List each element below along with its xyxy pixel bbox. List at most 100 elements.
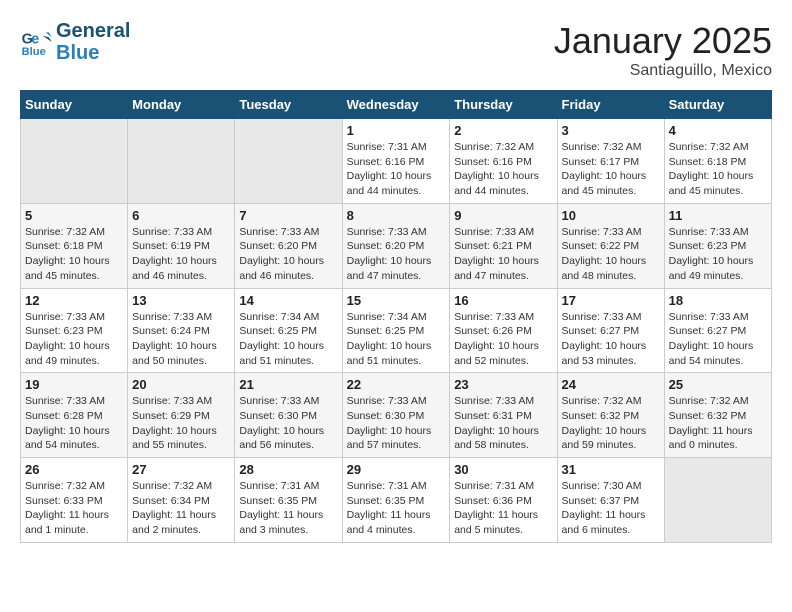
cell-info: Sunrise: 7:33 AMSunset: 6:20 PMDaylight:… (239, 225, 337, 284)
day-number: 11 (669, 208, 767, 223)
svg-text:Blue: Blue (22, 46, 46, 58)
day-number: 28 (239, 462, 337, 477)
cell-info: Sunrise: 7:32 AMSunset: 6:32 PMDaylight:… (669, 394, 767, 453)
cell-info: Sunrise: 7:32 AMSunset: 6:18 PMDaylight:… (25, 225, 123, 284)
day-number: 8 (347, 208, 446, 223)
cell-info: Sunrise: 7:33 AMSunset: 6:31 PMDaylight:… (454, 394, 552, 453)
cell-info: Sunrise: 7:31 AMSunset: 6:36 PMDaylight:… (454, 479, 552, 538)
cell-info: Sunrise: 7:33 AMSunset: 6:21 PMDaylight:… (454, 225, 552, 284)
calendar-cell: 13 Sunrise: 7:33 AMSunset: 6:24 PMDayligh… (128, 288, 235, 373)
calendar-cell: 28Sunrise: 7:31 AMSunset: 6:35 PMDayligh… (235, 458, 342, 543)
day-number: 27 (132, 462, 230, 477)
calendar-table: SundayMondayTuesdayWednesdayThursdayFrid… (20, 90, 772, 543)
calendar-cell (21, 119, 128, 204)
logo-blue: Blue (56, 42, 130, 64)
calendar-cell: 8 Sunrise: 7:33 AMSunset: 6:20 PMDaylight… (342, 203, 450, 288)
weekday-header-saturday: Saturday (664, 91, 771, 119)
calendar-cell: 4 Sunrise: 7:32 AMSunset: 6:18 PMDaylight… (664, 119, 771, 204)
calendar-cell: 14 Sunrise: 7:34 AMSunset: 6:25 PMDayligh… (235, 288, 342, 373)
weekday-header-monday: Monday (128, 91, 235, 119)
logo-general: General (56, 20, 130, 42)
month-title: January 2025 (554, 20, 772, 62)
calendar-cell: 6Sunrise: 7:33 AMSunset: 6:19 PMDaylight… (128, 203, 235, 288)
cell-info: Sunrise: 7:33 AMSunset: 6:29 PMDaylight:… (132, 394, 230, 453)
week-row-3: 12 Sunrise: 7:33 AMSunset: 6:23 PMDayligh… (21, 288, 772, 373)
cell-info: Sunrise: 7:33 AMSunset: 6:27 PMDaylight:… (669, 310, 767, 369)
day-number: 16 (454, 293, 552, 308)
calendar-cell: 19 Sunrise: 7:33 AMSunset: 6:28 PMDayligh… (21, 373, 128, 458)
calendar-cell (235, 119, 342, 204)
calendar-cell: 29 Sunrise: 7:31 AMSunset: 6:35 PMDayligh… (342, 458, 450, 543)
calendar-cell: 26Sunrise: 7:32 AMSunset: 6:33 PMDayligh… (21, 458, 128, 543)
weekday-header-wednesday: Wednesday (342, 91, 450, 119)
calendar-cell: 16 Sunrise: 7:33 AMSunset: 6:26 PMDayligh… (450, 288, 557, 373)
weekday-header-sunday: Sunday (21, 91, 128, 119)
cell-info: Sunrise: 7:33 AMSunset: 6:22 PMDaylight:… (562, 225, 660, 284)
day-number: 29 (347, 462, 446, 477)
cell-info: Sunrise: 7:32 AMSunset: 6:33 PMDaylight:… (25, 479, 123, 538)
calendar-cell: 10Sunrise: 7:33 AMSunset: 6:22 PMDayligh… (557, 203, 664, 288)
day-number: 30 (454, 462, 552, 477)
cell-info: Sunrise: 7:31 AMSunset: 6:35 PMDaylight:… (347, 479, 446, 538)
day-number: 13 (132, 293, 230, 308)
cell-info: Sunrise: 7:33 AMSunset: 6:19 PMDaylight:… (132, 225, 230, 284)
cell-info: Sunrise: 7:32 AMSunset: 6:18 PMDaylight:… (669, 140, 767, 199)
calendar-cell: 30 Sunrise: 7:31 AMSunset: 6:36 PMDayligh… (450, 458, 557, 543)
calendar-cell: 21 Sunrise: 7:33 AMSunset: 6:30 PMDayligh… (235, 373, 342, 458)
day-number: 9 (454, 208, 552, 223)
day-number: 2 (454, 123, 552, 138)
cell-info: Sunrise: 7:34 AMSunset: 6:25 PMDaylight:… (239, 310, 337, 369)
cell-info: Sunrise: 7:32 AMSunset: 6:34 PMDaylight:… (132, 479, 230, 538)
calendar-cell: 24Sunrise: 7:32 AMSunset: 6:32 PMDayligh… (557, 373, 664, 458)
cell-info: Sunrise: 7:33 AMSunset: 6:30 PMDaylight:… (347, 394, 446, 453)
day-number: 12 (25, 293, 123, 308)
calendar-cell: 20 Sunrise: 7:33 AMSunset: 6:29 PMDayligh… (128, 373, 235, 458)
cell-info: Sunrise: 7:33 AMSunset: 6:27 PMDaylight:… (562, 310, 660, 369)
day-number: 1 (347, 123, 446, 138)
title-block: January 2025 Santiaguillo, Mexico (554, 20, 772, 80)
calendar-cell: 15Sunrise: 7:34 AMSunset: 6:25 PMDayligh… (342, 288, 450, 373)
day-number: 21 (239, 377, 337, 392)
cell-info: Sunrise: 7:33 AMSunset: 6:30 PMDaylight:… (239, 394, 337, 453)
cell-info: Sunrise: 7:32 AMSunset: 6:17 PMDaylight:… (562, 140, 660, 199)
cell-info: Sunrise: 7:33 AMSunset: 6:24 PMDaylight:… (132, 310, 230, 369)
logo-icon: G e Blue (20, 26, 52, 58)
weekday-header-thursday: Thursday (450, 91, 557, 119)
calendar-cell (664, 458, 771, 543)
calendar-cell: 17 Sunrise: 7:33 AMSunset: 6:27 PMDayligh… (557, 288, 664, 373)
weekday-header-row: SundayMondayTuesdayWednesdayThursdayFrid… (21, 91, 772, 119)
calendar-cell: 1 Sunrise: 7:31 AMSunset: 6:16 PMDaylight… (342, 119, 450, 204)
weekday-header-tuesday: Tuesday (235, 91, 342, 119)
cell-info: Sunrise: 7:33 AMSunset: 6:20 PMDaylight:… (347, 225, 446, 284)
cell-info: Sunrise: 7:33 AMSunset: 6:26 PMDaylight:… (454, 310, 552, 369)
cell-info: Sunrise: 7:34 AMSunset: 6:25 PMDaylight:… (347, 310, 446, 369)
calendar-cell: 11Sunrise: 7:33 AMSunset: 6:23 PMDayligh… (664, 203, 771, 288)
cell-info: Sunrise: 7:30 AMSunset: 6:37 PMDaylight:… (562, 479, 660, 538)
week-row-5: 26Sunrise: 7:32 AMSunset: 6:33 PMDayligh… (21, 458, 772, 543)
day-number: 20 (132, 377, 230, 392)
calendar-cell: 5Sunrise: 7:32 AMSunset: 6:18 PMDaylight… (21, 203, 128, 288)
calendar-cell: 25Sunrise: 7:32 AMSunset: 6:32 PMDayligh… (664, 373, 771, 458)
calendar-cell: 27 Sunrise: 7:32 AMSunset: 6:34 PMDayligh… (128, 458, 235, 543)
cell-info: Sunrise: 7:31 AMSunset: 6:16 PMDaylight:… (347, 140, 446, 199)
calendar-cell: 23Sunrise: 7:33 AMSunset: 6:31 PMDayligh… (450, 373, 557, 458)
logo: G e Blue General Blue (20, 20, 130, 64)
cell-info: Sunrise: 7:33 AMSunset: 6:23 PMDaylight:… (25, 310, 123, 369)
calendar-cell: 22 Sunrise: 7:33 AMSunset: 6:30 PMDayligh… (342, 373, 450, 458)
calendar-cell: 2Sunrise: 7:32 AMSunset: 6:16 PMDaylight… (450, 119, 557, 204)
day-number: 17 (562, 293, 660, 308)
week-row-1: 1 Sunrise: 7:31 AMSunset: 6:16 PMDaylight… (21, 119, 772, 204)
week-row-4: 19 Sunrise: 7:33 AMSunset: 6:28 PMDayligh… (21, 373, 772, 458)
page-header: G e Blue General Blue January 2025 Santi… (20, 20, 772, 80)
cell-info: Sunrise: 7:33 AMSunset: 6:28 PMDaylight:… (25, 394, 123, 453)
cell-info: Sunrise: 7:32 AMSunset: 6:32 PMDaylight:… (562, 394, 660, 453)
calendar-cell: 18Sunrise: 7:33 AMSunset: 6:27 PMDayligh… (664, 288, 771, 373)
calendar-cell (128, 119, 235, 204)
day-number: 22 (347, 377, 446, 392)
location: Santiaguillo, Mexico (554, 62, 772, 80)
calendar-cell: 9 Sunrise: 7:33 AMSunset: 6:21 PMDaylight… (450, 203, 557, 288)
day-number: 14 (239, 293, 337, 308)
day-number: 4 (669, 123, 767, 138)
day-number: 19 (25, 377, 123, 392)
day-number: 3 (562, 123, 660, 138)
